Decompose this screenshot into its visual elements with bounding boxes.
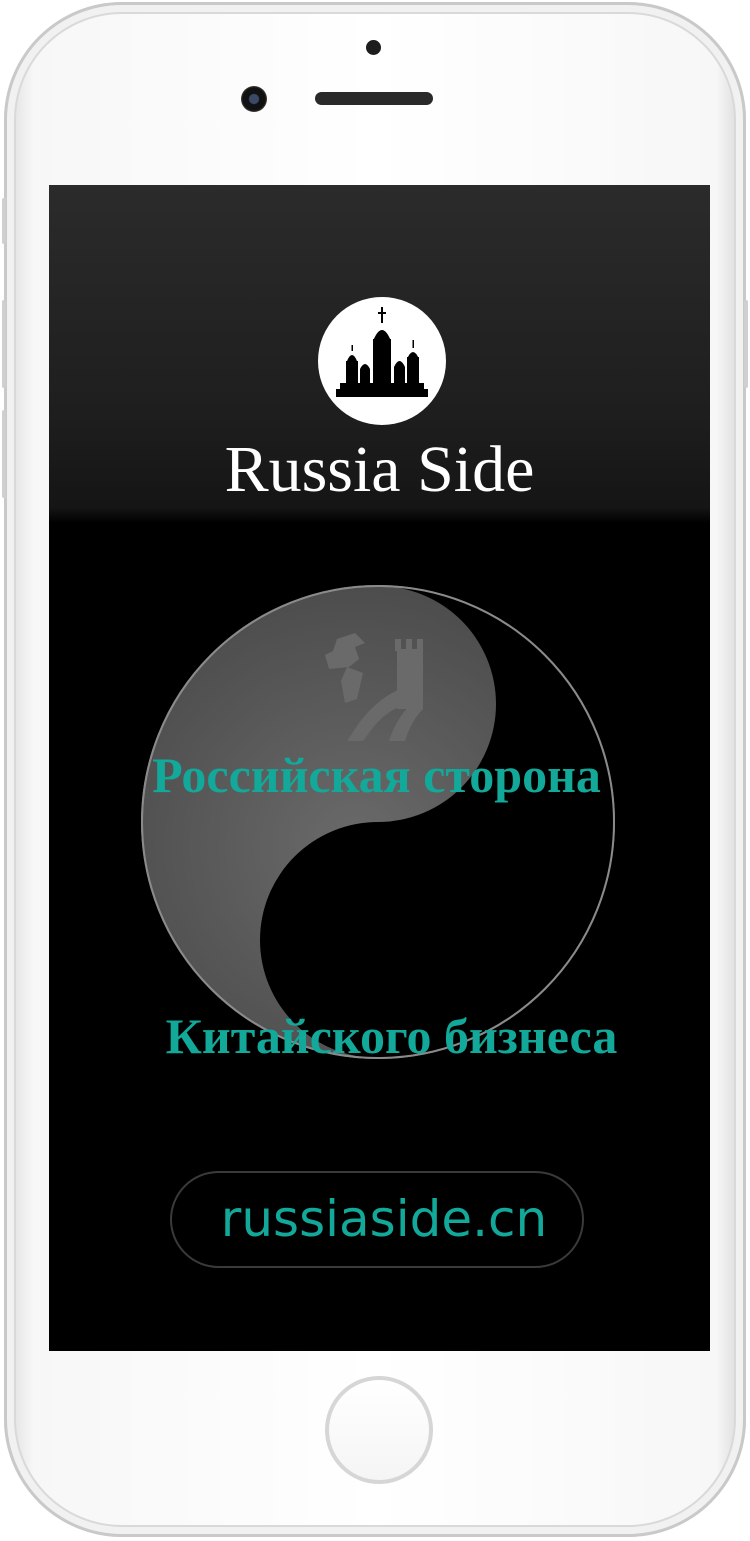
headline-chinese-business: Китайского бизнеса xyxy=(165,1008,618,1064)
app-screen: Russia Side Российская сторона Китайског… xyxy=(49,185,710,1351)
volume-down-button xyxy=(2,410,6,498)
phone-frame: Russia Side Российская сторона Китайског… xyxy=(2,2,748,1537)
proximity-sensor xyxy=(366,40,381,55)
volume-up-button xyxy=(2,300,6,388)
headline-russian-side: Российская сторона xyxy=(152,747,601,803)
brand-title: Russia Side xyxy=(224,433,535,506)
cathedral-icon xyxy=(313,861,437,989)
great-wall-icon xyxy=(325,633,423,741)
kremlin-logo-icon xyxy=(318,297,446,425)
power-button xyxy=(744,300,748,388)
mute-switch xyxy=(2,198,6,244)
website-link[interactable]: russiaside.cn xyxy=(170,1171,584,1268)
front-camera-icon xyxy=(241,86,267,112)
earpiece-speaker xyxy=(315,92,433,105)
home-button[interactable] xyxy=(325,1376,433,1484)
